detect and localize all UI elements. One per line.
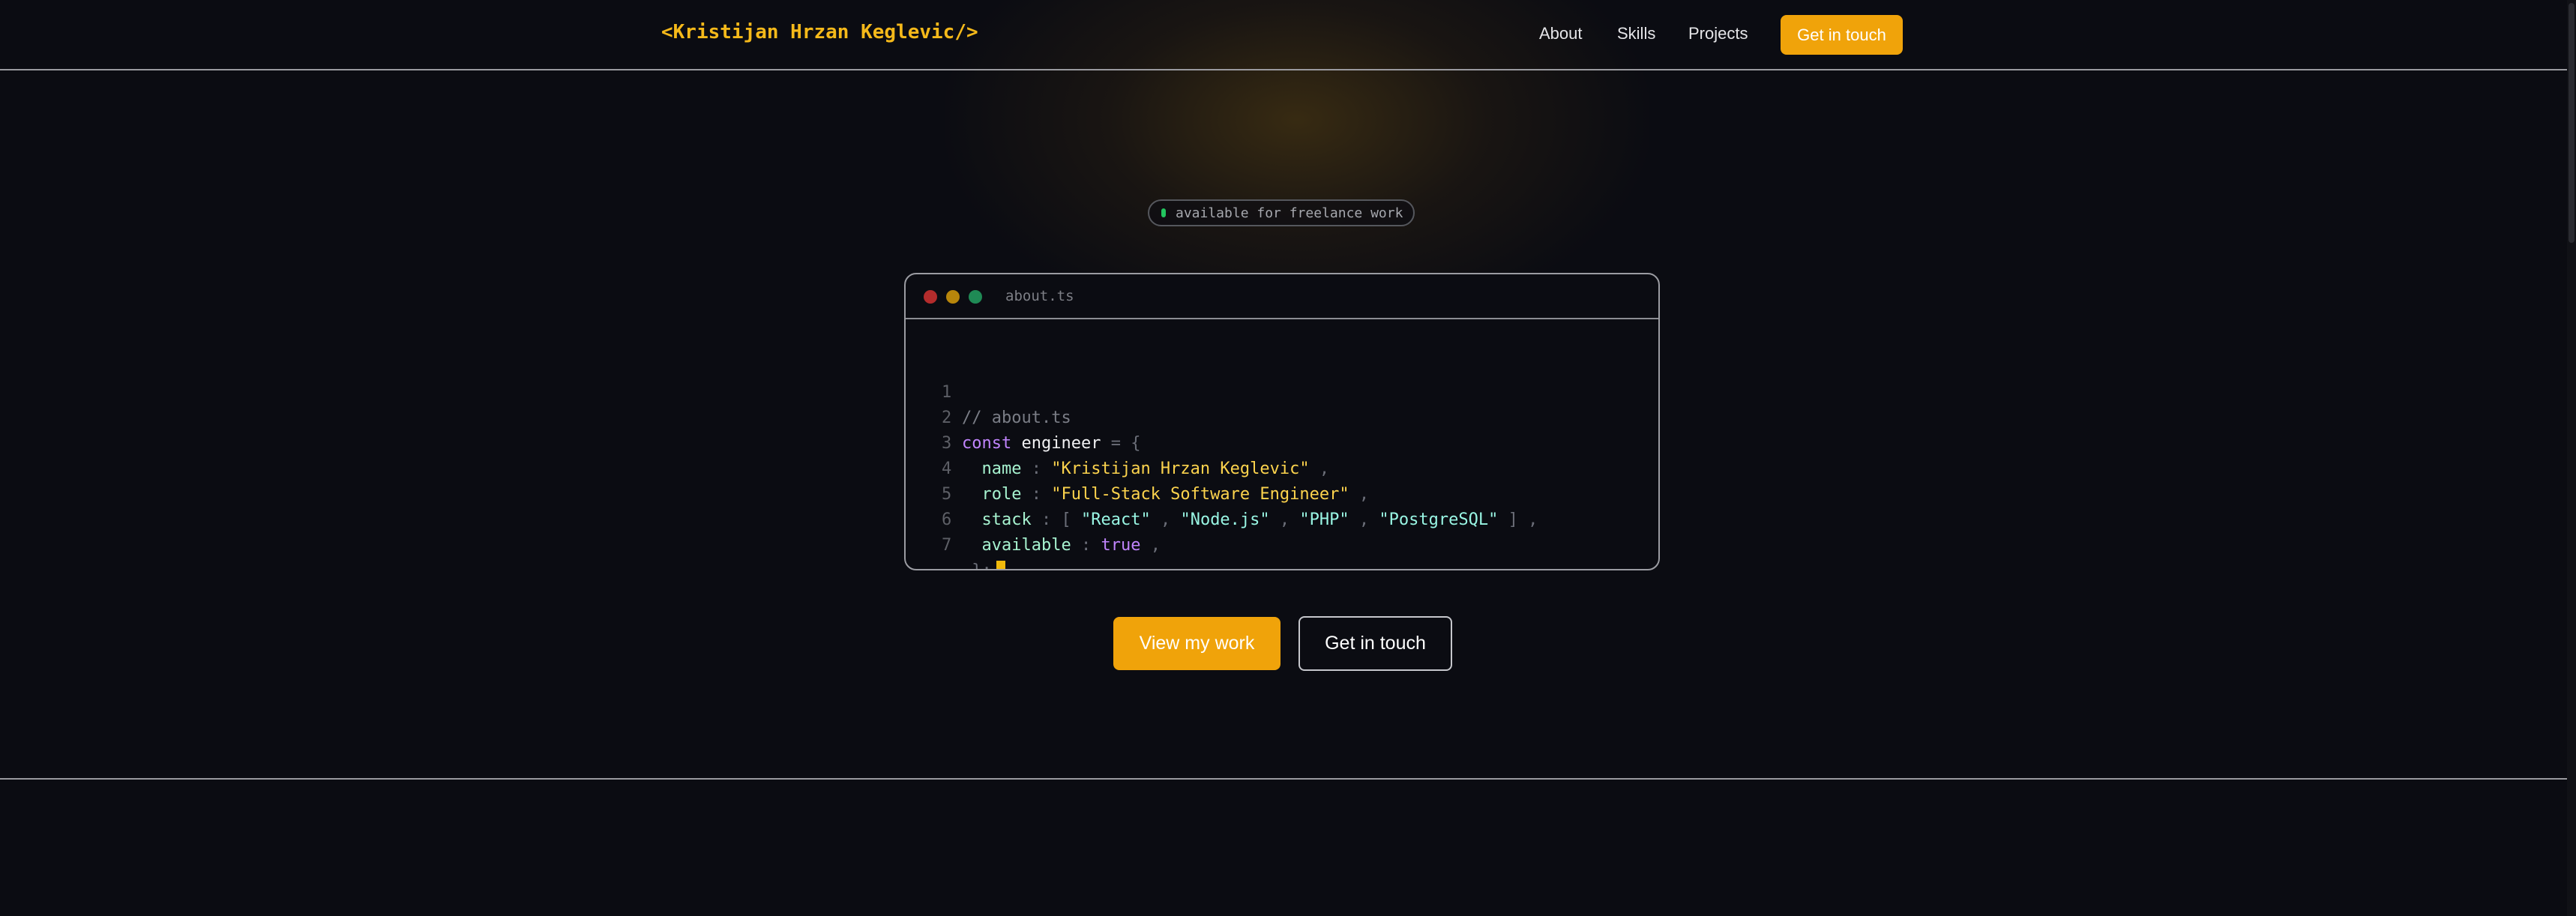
code-line: 6 available : true , [906,482,1658,555]
code-block: 1 // about.ts 2 const engineer = { 3 nam… [906,355,1658,569]
nav-link-projects[interactable]: Projects [1688,24,1748,43]
code-editor-window: about.ts 1 // about.ts 2 const engineer … [904,273,1660,570]
code-line: 7 }; [906,507,1658,569]
code-line: 3 name : "Kristijan Hrzan Keglevic" , [906,406,1658,478]
nav-get-in-touch-button[interactable]: Get in touch [1781,15,1903,55]
view-my-work-button[interactable]: View my work [1113,617,1281,670]
code-line: 1 // about.ts [906,355,1658,427]
code-line: 2 const engineer = { [906,380,1658,453]
window-close-dot-icon [924,290,937,304]
editor-filename: about.ts [1005,288,1074,304]
code-line: 4 role : "Full-Stack Software Engineer" … [906,431,1658,504]
window-minimize-dot-icon [946,290,960,304]
nav-link-skills[interactable]: Skills [1617,24,1655,43]
top-navbar: <Kristijan Hrzan Keglevic/> About Skills… [0,0,2567,70]
availability-text: available for freelance work [1176,205,1403,221]
code-property: available [981,536,1071,555]
section-divider [0,778,2567,780]
editor-title-bar: about.ts [906,274,1658,319]
code-line: 5 stack : [ "React" , "Node.js" , "PHP" … [906,457,1658,529]
nav-link-about[interactable]: About [1539,24,1583,43]
availability-badge: available for freelance work [1148,199,1415,226]
scrollbar-thumb[interactable] [2569,3,2575,243]
get-in-touch-button[interactable]: Get in touch [1298,616,1452,671]
code-boolean: true [1101,536,1141,555]
status-dot-icon [1161,208,1166,217]
window-maximize-dot-icon [969,290,982,304]
text-cursor-icon [996,561,1005,569]
line-number: 7 [942,536,952,555]
site-logo[interactable]: <Kristijan Hrzan Keglevic/> [661,21,978,43]
code-closing: }; [972,561,992,569]
page-scrollbar[interactable] [2567,0,2576,916]
